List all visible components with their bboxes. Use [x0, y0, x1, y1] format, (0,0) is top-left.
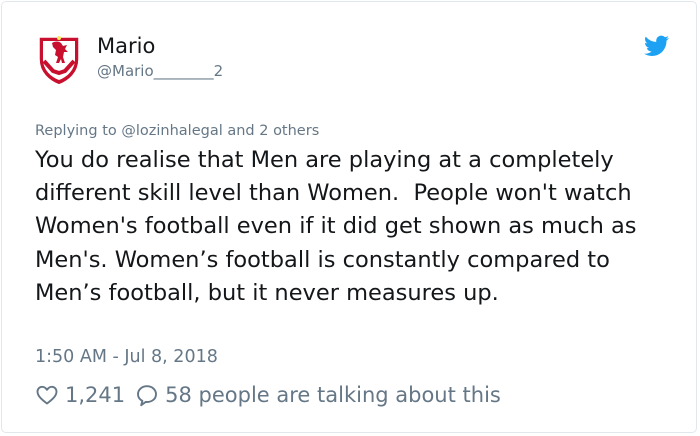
liverpool-crest-icon: [38, 36, 80, 86]
twitter-bird-icon[interactable]: [644, 35, 669, 57]
user-handle[interactable]: @Mario________2: [97, 61, 223, 81]
avatar[interactable]: [35, 31, 83, 87]
tweet-text: You do realise that Men are playing at a…: [35, 147, 644, 306]
conversation-count: 58 people are talking about this: [165, 383, 501, 407]
tweet-card: Mario @Mario________2 Replying to @lozin…: [1, 1, 697, 433]
tweet-actions: 1,241 58 people are talking about this: [35, 381, 501, 409]
reply-targets-link[interactable]: @lozinhalegal and 2 others: [121, 123, 319, 139]
like-count: 1,241: [65, 383, 126, 407]
heart-icon: [36, 385, 58, 405]
conversation-button[interactable]: 58 people are talking about this: [135, 383, 501, 407]
like-button[interactable]: 1,241: [35, 383, 125, 407]
tweet-timestamp[interactable]: 1:50 AM - Jul 8, 2018: [35, 346, 218, 368]
speech-bubble-icon: [137, 385, 158, 407]
replying-to-line: Replying to @lozinhalegal and 2 others: [35, 122, 319, 140]
reply-prefix: Replying to: [35, 123, 117, 139]
user-display-name[interactable]: Mario: [97, 33, 155, 59]
